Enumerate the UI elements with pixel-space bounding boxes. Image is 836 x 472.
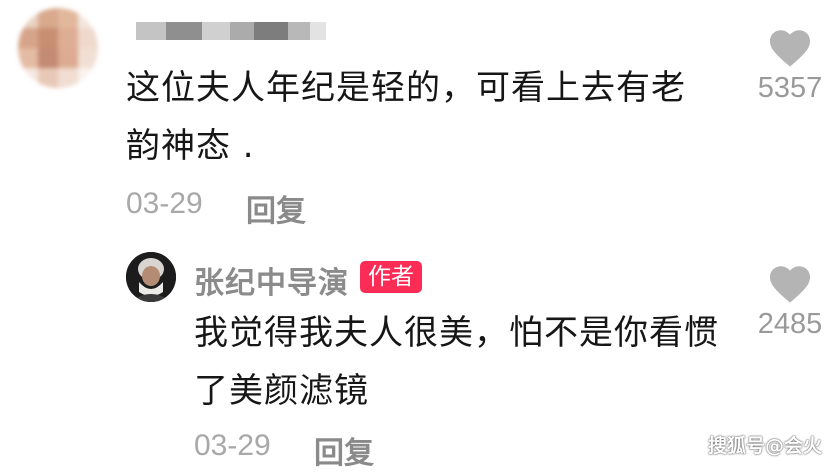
author-avatar[interactable] xyxy=(126,252,176,302)
commenter-avatar-blurred[interactable] xyxy=(18,8,98,88)
reply-text: 我觉得我夫人很美，怕不是你看惯 了美颜滤镜 xyxy=(194,304,719,420)
like-count: 2485 xyxy=(757,308,823,340)
comment-date: 03-29 xyxy=(126,187,203,220)
heart-icon[interactable] xyxy=(767,26,813,68)
comment-line: 这位夫人年纪是轻的，可看上去有老 xyxy=(126,68,686,108)
reply-line: 了美颜滤镜 xyxy=(194,371,369,411)
watermark: 搜狐号@会火 xyxy=(707,435,822,457)
like-count: 5357 xyxy=(757,72,823,104)
comment-text: 这位夫人年纪是轻的，可看上去有老 韵神态 . xyxy=(126,59,686,175)
comment-reply-button[interactable]: 回复 xyxy=(246,186,306,230)
comment-like[interactable]: 5357 xyxy=(750,26,830,105)
author-badge: 作者 xyxy=(360,261,422,293)
reply-line: 我觉得我夫人很美，怕不是你看惯 xyxy=(194,313,719,353)
comment-line: 韵神态 . xyxy=(126,126,255,166)
reply-date: 03-29 xyxy=(194,429,271,462)
commenter-name-blurred[interactable] xyxy=(136,10,326,50)
reply-reply-button[interactable]: 回复 xyxy=(314,428,374,472)
author-name[interactable]: 张纪中导演 xyxy=(194,258,349,302)
reply-like[interactable]: 2485 xyxy=(750,262,830,341)
heart-icon[interactable] xyxy=(767,262,813,304)
